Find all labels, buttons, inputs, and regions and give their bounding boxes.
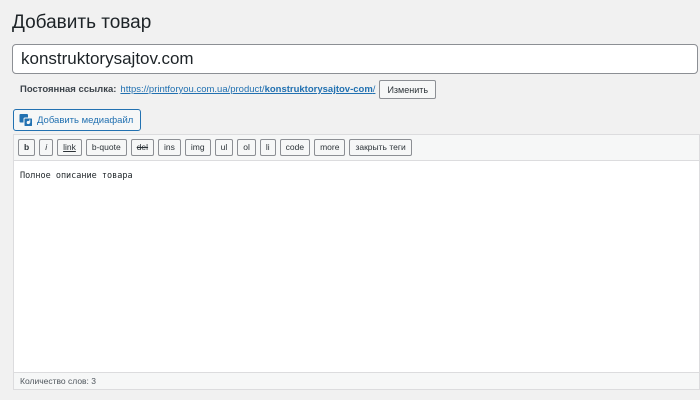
permalink-url-end: / <box>372 84 376 95</box>
qt-ul-button[interactable]: ul <box>214 139 234 156</box>
product-title-input[interactable] <box>12 44 698 74</box>
permalink-slug: konstruktorysajtov-com <box>264 84 373 95</box>
qt-li-button[interactable]: li <box>259 139 276 156</box>
qt-img-button[interactable]: img <box>184 139 211 156</box>
permalink-url-base: https://printforyou.com.ua/product/ <box>120 84 265 95</box>
content-textarea[interactable]: Полное описание товара <box>14 161 699 373</box>
qt-ins-button[interactable]: ins <box>158 139 181 156</box>
media-add-icon <box>19 113 33 127</box>
quicktags-toolbar: b i link b-quote del ins img ul ol li co… <box>14 135 699 161</box>
qt-close-tags-button[interactable]: закрыть теги <box>349 139 412 156</box>
qt-blockquote-button[interactable]: b-quote <box>85 139 127 156</box>
text-editor: b i link b-quote del ins img ul ol li co… <box>13 134 700 390</box>
add-media-button[interactable]: Добавить медиафайл <box>13 109 142 131</box>
word-count-statusbar: Количество слов: 3 <box>14 372 699 389</box>
qt-code-button[interactable]: code <box>279 139 311 156</box>
qt-link-button[interactable]: link <box>57 139 82 156</box>
qt-italic-button[interactable]: i <box>39 139 54 156</box>
permalink-row: Постоянная ссылка: https://printforyou.c… <box>20 80 437 99</box>
qt-ol-button[interactable]: ol <box>237 139 256 156</box>
change-permalink-button[interactable]: Изменить <box>379 80 437 99</box>
permalink-label: Постоянная ссылка: <box>20 84 117 95</box>
qt-del-button[interactable]: del <box>130 139 155 156</box>
add-media-label: Добавить медиафайл <box>37 114 134 126</box>
qt-bold-button[interactable]: b <box>18 139 36 156</box>
permalink-link[interactable]: https://printforyou.com.ua/product/konst… <box>120 84 375 95</box>
page-title: Добавить товар <box>12 12 152 33</box>
qt-more-button[interactable]: more <box>314 139 346 156</box>
